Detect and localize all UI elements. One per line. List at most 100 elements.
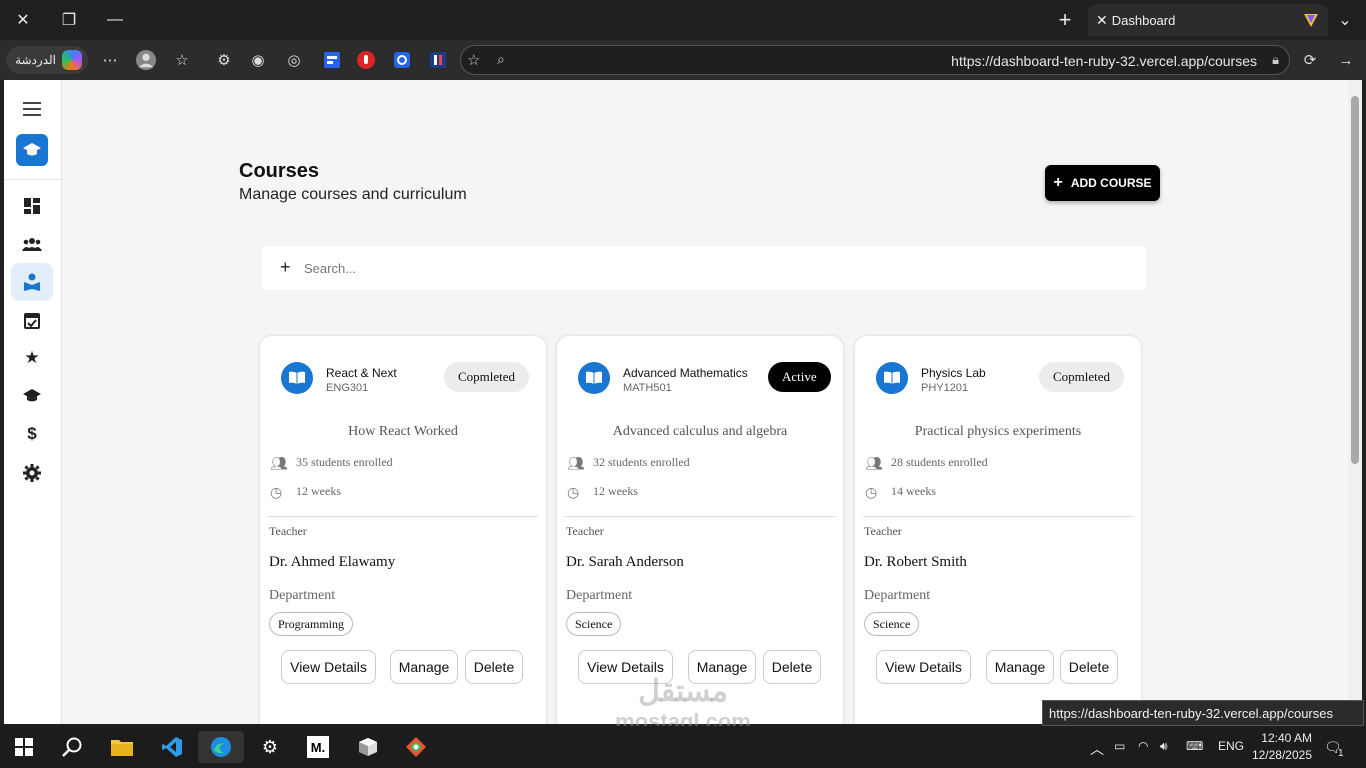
file-explorer-icon[interactable]	[106, 731, 138, 763]
extensions-icon[interactable]: ⚙	[214, 50, 234, 70]
card-divider	[863, 516, 1133, 517]
tab-title: Dashboard	[1111, 12, 1176, 28]
teacher-label: Teacher	[269, 524, 307, 538]
browser-tab[interactable]: ✕ Dashboard	[1088, 4, 1328, 36]
gear-icon	[23, 464, 41, 482]
extension-hand-icon[interactable]	[356, 50, 376, 70]
scrollbar-thumb[interactable]	[1351, 96, 1359, 464]
tray-chevron-up-icon[interactable]: ︿	[1090, 739, 1104, 759]
extension-flag-icon[interactable]	[322, 50, 342, 70]
teacher-label: Teacher	[566, 524, 604, 538]
graduation-logo-icon[interactable]	[16, 134, 48, 166]
search-input[interactable]	[304, 258, 1124, 278]
add-course-button[interactable]: + ADD COURSE	[1045, 165, 1160, 201]
sidebar-item-students[interactable]	[11, 225, 53, 263]
battery-icon[interactable]: ▭	[1114, 739, 1125, 753]
page-scrollbar[interactable]	[1348, 80, 1362, 724]
teacher-name: Dr. Ahmed Elawamy	[269, 554, 396, 570]
close-tab-icon[interactable]: ✕	[1096, 12, 1108, 29]
page-viewport: ★ $ Courses Manage courses and curriculu…	[4, 80, 1348, 724]
copilot-chat-button[interactable]: الدردشة	[6, 46, 88, 74]
extension-target-icon[interactable]: ◎	[284, 50, 304, 70]
profile-avatar-icon[interactable]	[136, 50, 156, 70]
keyboard-icon[interactable]: ⌨	[1186, 739, 1203, 753]
restore-window-icon[interactable]: ❐	[54, 6, 84, 34]
view-details-button[interactable]: View Details	[281, 650, 376, 684]
delete-button[interactable]: Delete	[1060, 650, 1118, 684]
sidebar: ★ $	[4, 80, 62, 724]
extension-search-icon[interactable]	[392, 50, 412, 70]
students-enrolled: 28 students enrolled	[891, 455, 988, 469]
manage-button[interactable]: Manage	[390, 650, 458, 684]
close-window-icon[interactable]: ✕	[8, 6, 38, 34]
dashboard-icon	[24, 198, 40, 214]
calendar-check-icon	[24, 312, 40, 329]
sidebar-item-settings[interactable]	[11, 454, 53, 492]
search-plus-icon[interactable]: +	[280, 257, 291, 278]
people-icon: 👥︎	[865, 457, 883, 472]
view-details-button[interactable]: View Details	[876, 650, 971, 684]
manage-button[interactable]: Manage	[986, 650, 1054, 684]
copilot-chat-label: الدردشة	[15, 53, 56, 67]
edge-browser-icon[interactable]	[198, 731, 244, 763]
cube-app-icon[interactable]	[352, 731, 384, 763]
windows-start-icon[interactable]	[8, 731, 40, 763]
reload-icon[interactable]: ⟳	[1300, 50, 1320, 70]
status-badge: Copmleted	[1039, 362, 1125, 392]
book-icon	[876, 362, 908, 394]
search-icon[interactable]	[56, 731, 88, 763]
extension-owl-icon[interactable]: ◉	[248, 50, 268, 70]
volume-icon[interactable]: 🔊︎	[1160, 739, 1168, 754]
department-chip: Science	[566, 612, 622, 636]
sidebar-item-graduation[interactable]	[11, 377, 53, 415]
course-duration: 12 weeks	[593, 484, 638, 498]
language-indicator[interactable]: ENG	[1218, 739, 1244, 753]
course-duration: 14 weeks	[891, 484, 936, 498]
medium-app-icon[interactable]: M.	[302, 731, 334, 763]
teacher-name: Dr. Sarah Anderson	[566, 554, 684, 570]
delete-button[interactable]: Delete	[465, 650, 523, 684]
minimize-window-icon[interactable]: —	[100, 6, 130, 34]
wifi-icon[interactable]: ◠	[1138, 739, 1148, 753]
sidebar-item-dashboard[interactable]	[11, 187, 53, 225]
taskbar: ⚙ M. ︿ ▭ ◠ 🔊︎ ⌨ ENG 12:40 AM 12/28/2025 …	[0, 726, 1366, 768]
students-enrolled: 32 students enrolled	[593, 455, 690, 469]
sidebar-item-payments[interactable]: $	[11, 415, 53, 453]
address-bar[interactable]: ☆ ⌕ https://dashboard-ten-ruby-32.vercel…	[460, 45, 1290, 75]
clock-icon: ◷	[865, 486, 878, 501]
teacher-name: Dr. Robert Smith	[864, 554, 967, 570]
more-menu-icon[interactable]: ⋯	[100, 50, 120, 70]
lock-icon[interactable]: 🔒︎	[1272, 52, 1279, 68]
course-description: How React Worked	[348, 424, 458, 439]
delete-button[interactable]: Delete	[763, 650, 821, 684]
teacher-label: Teacher	[864, 524, 902, 538]
clock[interactable]: 12:40 AM 12/28/2025	[1250, 730, 1312, 764]
sidebar-item-courses[interactable]	[11, 263, 53, 301]
sidebar-item-favorites[interactable]: ★	[11, 339, 53, 377]
page-subtitle: Manage courses and curriculum	[239, 186, 467, 203]
book-icon	[281, 362, 313, 394]
status-badge: Copmleted	[444, 362, 530, 392]
url-text[interactable]: https://dashboard-ten-ruby-32.vercel.app…	[951, 53, 1257, 69]
svg-text:M.: M.	[311, 740, 325, 755]
vscode-icon[interactable]	[156, 731, 188, 763]
chat-search-icon[interactable]: ⌕	[497, 51, 505, 68]
sidebar-divider	[4, 179, 62, 180]
git-app-icon[interactable]	[400, 731, 432, 763]
favorite-page-icon[interactable]: ☆	[467, 51, 480, 69]
forward-arrow-icon[interactable]: →	[1336, 50, 1356, 70]
site-favicon-icon	[1296, 6, 1326, 34]
favorites-star-icon[interactable]: ☆	[172, 50, 192, 70]
course-name: Physics Lab	[921, 366, 986, 380]
new-tab-icon[interactable]: +	[1050, 6, 1080, 34]
hamburger-menu-icon[interactable]	[11, 90, 53, 128]
notification-count: 1	[1338, 748, 1344, 759]
settings-gear-icon[interactable]: ⚙	[254, 731, 286, 763]
tab-list-chevron-icon[interactable]: ⌄	[1330, 6, 1360, 34]
extension-figure-icon[interactable]	[428, 50, 448, 70]
browser-toolbar: الدردشة ⋯ ☆ ⚙ ◉ ◎ ☆ ⌕ https://dashboard-…	[0, 40, 1366, 80]
sidebar-item-calendar[interactable]	[11, 301, 53, 339]
people-icon	[22, 238, 42, 251]
people-icon: 👥︎	[270, 457, 288, 472]
clock-icon: ◷	[270, 486, 283, 501]
